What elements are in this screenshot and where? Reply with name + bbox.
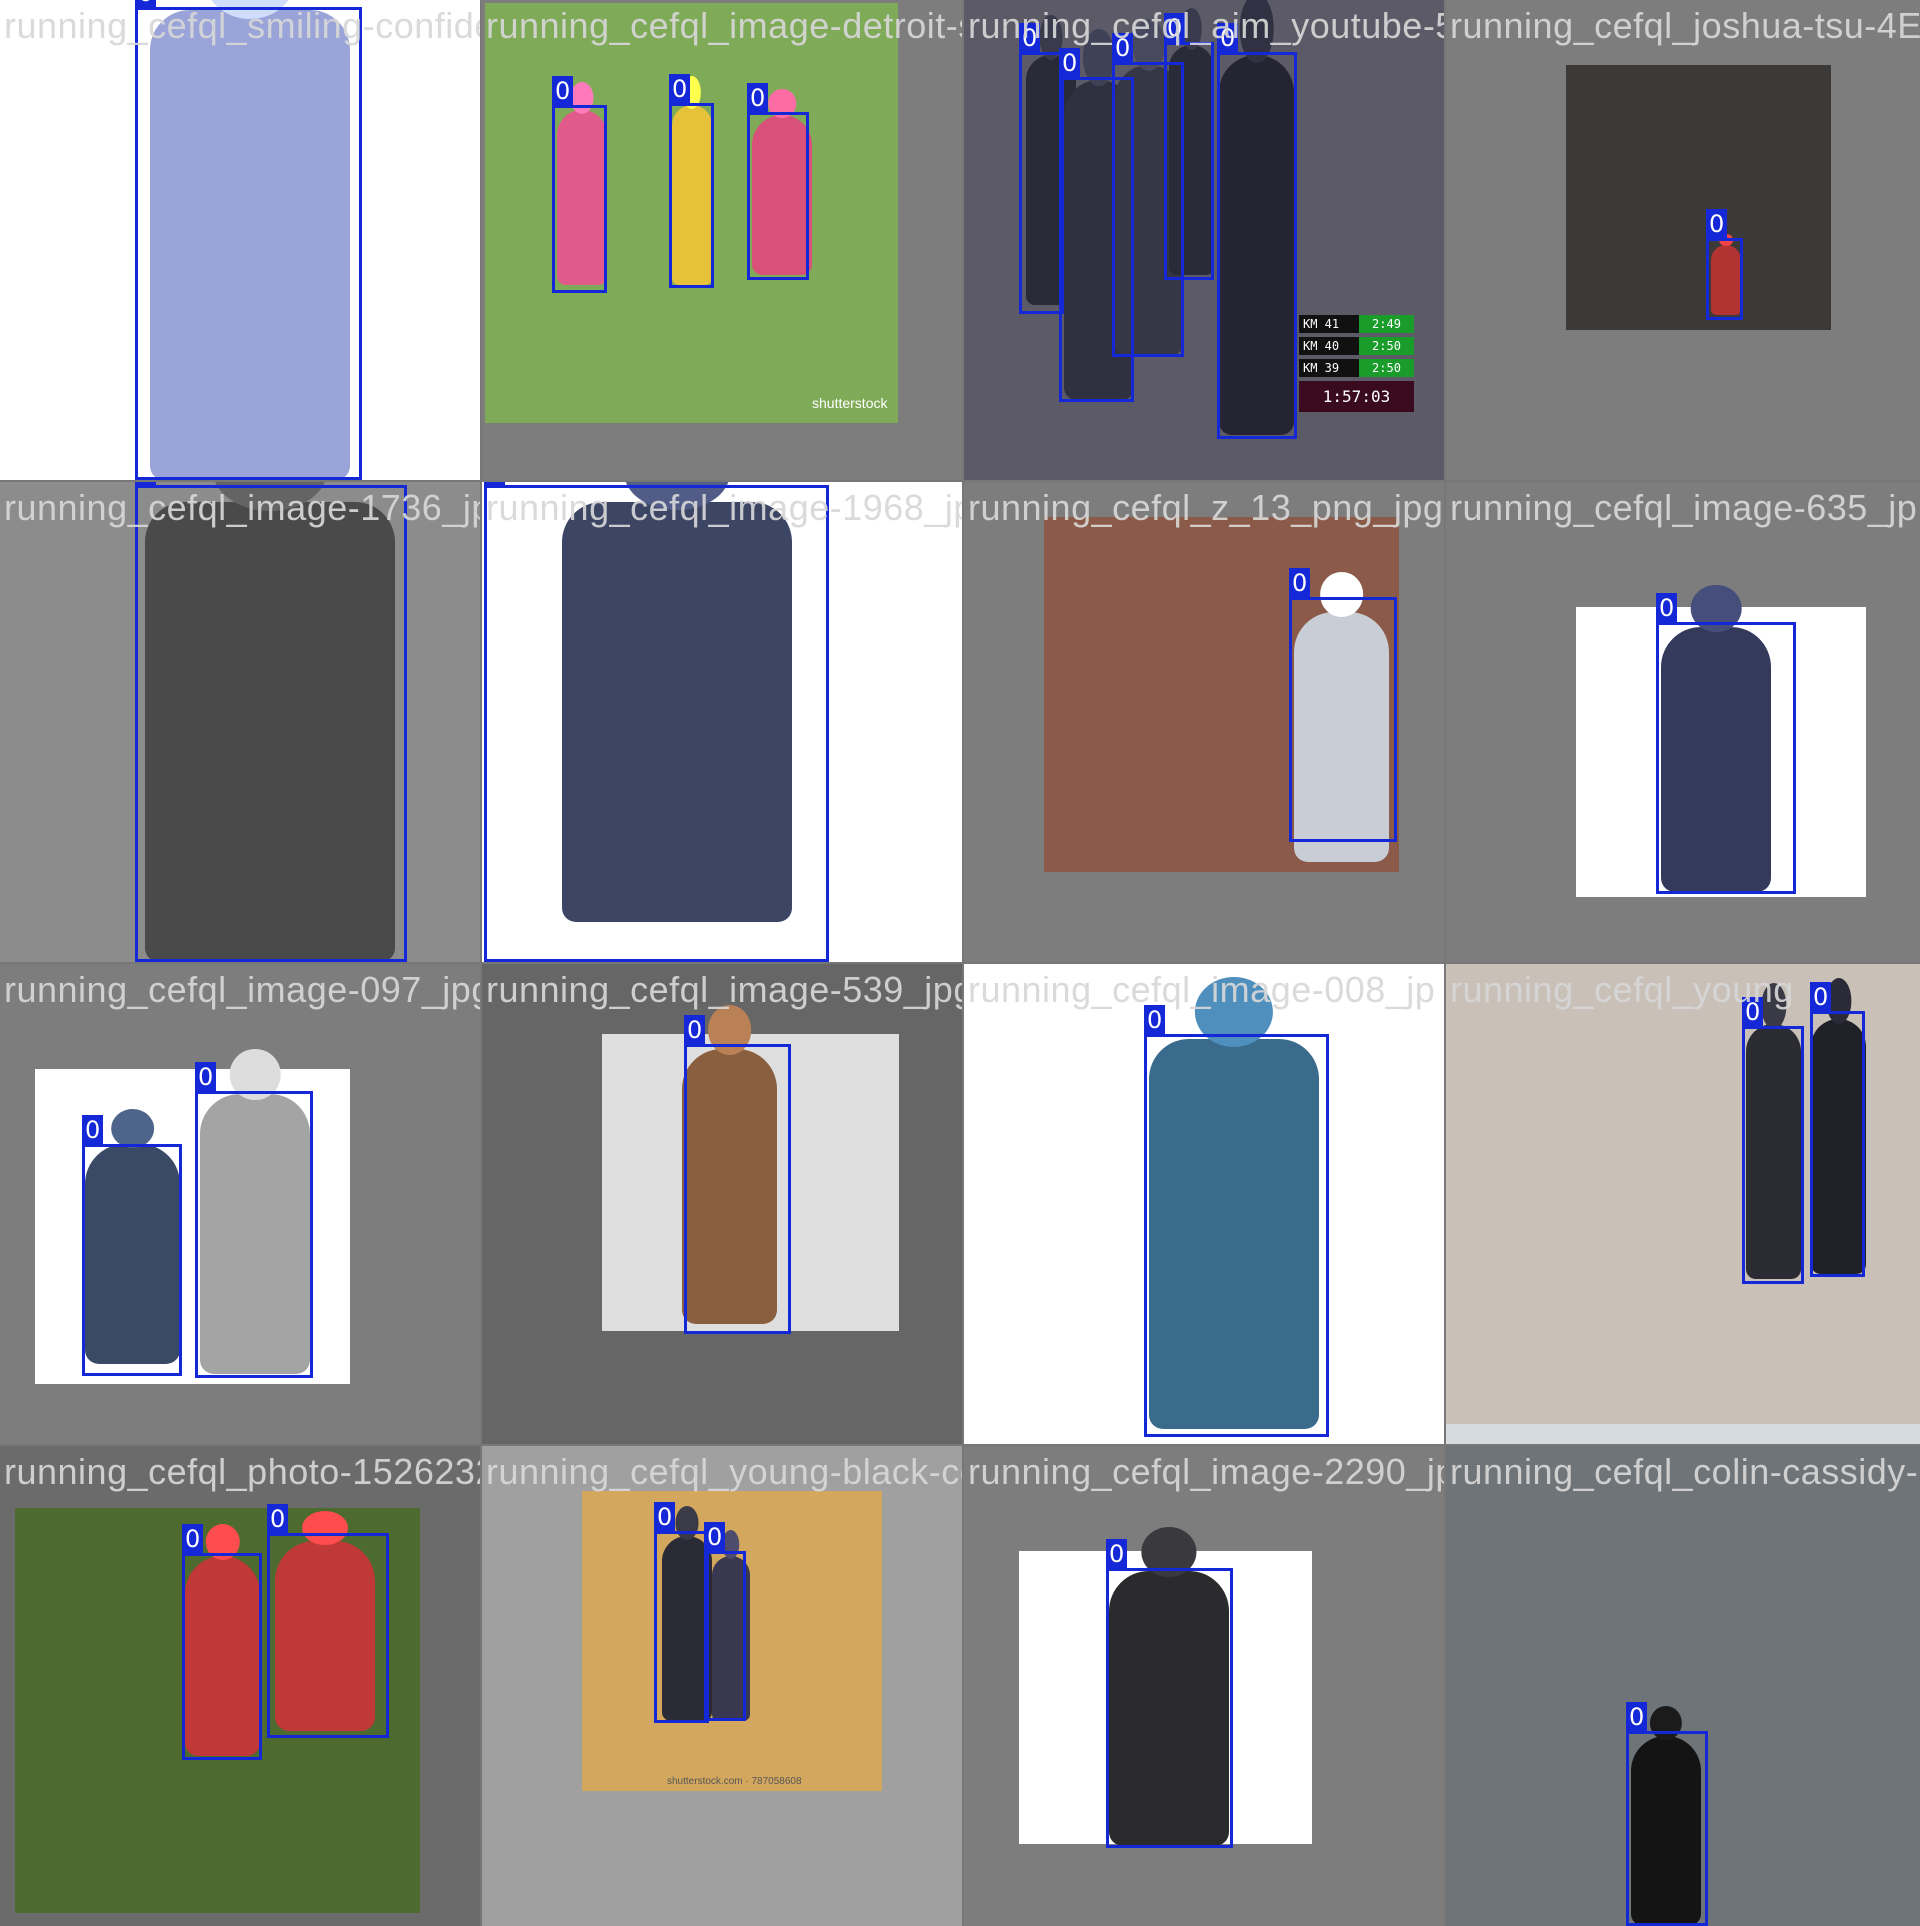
mosaic-tile[interactable]: 0 running_cefql_z_13_png_jpg.rf.7fc58aefc… (964, 482, 1444, 962)
bounding-box[interactable]: 0 (1106, 1539, 1233, 1848)
tile-filename: running_cefql_image-635_jp (1450, 487, 1918, 528)
tile-filename: running_cefql_young-black-couple-jogging (486, 1451, 962, 1492)
tile-filename: running_cefql_image-detroit-stock-photo-… (486, 5, 962, 46)
bounding-box[interactable]: 0 (135, 482, 407, 962)
class-label: 0 (552, 76, 574, 106)
class-label: 0 (1810, 982, 1832, 1012)
bounding-box[interactable]: 0 (1164, 13, 1214, 280)
class-label: 0 (684, 1015, 706, 1045)
watermark: shutterstock (812, 395, 888, 411)
mosaic-tile[interactable]: 0 0 running_cefql_photo-1526232636376-53d0… (0, 1446, 480, 1926)
bounding-box[interactable]: 0 (182, 1524, 262, 1760)
bounding-box[interactable]: 0 (704, 1522, 746, 1721)
tile-filename: running_cefql_smiling-confident (4, 5, 480, 46)
bounding-box[interactable]: 0 (552, 76, 607, 293)
tile-filename: running_cefql_image-539_jpg.rf.02aa6f6d (486, 969, 962, 1010)
bounding-box[interactable]: 0 (669, 74, 714, 288)
class-label: 0 (1106, 1539, 1128, 1569)
mosaic-tile[interactable]: 0running_cefql_smiling-confident (0, 0, 480, 480)
split-row: KM 41 2:49 (1299, 315, 1414, 333)
tile-filename: running_cefql_z_13_png_jpg.rf.7fc58aefcb… (968, 487, 1444, 528)
split-row: KM 39 2:50 (1299, 359, 1414, 377)
class-label: 0 (82, 1115, 104, 1145)
split-time: 2:50 (1359, 359, 1414, 377)
mosaic-tile[interactable]: 0running_cefql_image-1968_jpg.rf.040c1bd… (482, 482, 962, 962)
tile-filename: running_cefql_image-097_jpg.rf.94dae369c (4, 969, 480, 1010)
mosaic-tile[interactable]: 0running_cefql_image-1736_jpg.rf.bcfe12 (0, 482, 480, 962)
bounding-box[interactable]: 0 (1019, 23, 1064, 314)
mosaic-tile[interactable]: 0 0 running_cefql_image-097_jpg.rf.94dae36… (0, 964, 480, 1444)
tile-filename: running_cefql_image-1968_jpg.rf.040c1bd0 (486, 487, 962, 528)
class-label: 0 (267, 1504, 289, 1534)
split-time: 2:50 (1359, 337, 1414, 355)
class-label: 0 (1706, 209, 1728, 239)
tile-filename: running_cefql_young (1450, 969, 1794, 1010)
class-label: 0 (654, 1502, 676, 1532)
class-label: 0 (195, 1062, 217, 1092)
bounding-box[interactable]: 0 (484, 482, 829, 962)
split-ticker: KM 41 2:49 KM 40 2:50 KM 39 2:50 1:57:03 (1299, 315, 1414, 412)
bounding-box[interactable]: 0 (135, 0, 362, 480)
class-label: 0 (1289, 568, 1311, 598)
mosaic-tile[interactable]: shutterstock.com · 787058608 0 0 running_ce… (482, 1446, 962, 1926)
split-row: KM 40 2:50 (1299, 337, 1414, 355)
photo-caption: shutterstock.com · 787058608 (667, 1776, 802, 1787)
split-km: KM 39 (1299, 359, 1359, 377)
class-label: 0 (1626, 1702, 1648, 1732)
mosaic-tile[interactable]: 0 0 running_cefql_young (1446, 964, 1920, 1444)
bounding-box[interactable]: 0 (1810, 982, 1865, 1277)
bounding-box[interactable]: 0 (1656, 593, 1796, 894)
mosaic-tile[interactable]: shutterstock 0 0 0 running_cefql_image-detro… (482, 0, 962, 480)
mosaic-tile[interactable]: 0 running_cefql_joshua-tsu-4E (1446, 0, 1920, 480)
class-label: 0 (182, 1524, 204, 1554)
mosaic-tile[interactable]: 0 running_cefql_image-539_jpg.rf.02aa6f6d (482, 964, 962, 1444)
class-label: 0 (747, 83, 769, 113)
bounding-box[interactable]: 0 (1144, 1005, 1329, 1437)
class-label: 0 (135, 482, 157, 486)
bounding-box[interactable]: 0 (82, 1115, 182, 1376)
tile-filename: running_cefql_aim_youtube-5_jpg.rf.59cd (968, 5, 1444, 46)
tile-filename: running_cefql_image-1736_jpg.rf.bcfe12 (4, 487, 480, 528)
tile-filename: running_cefql_colin-cassidy- (1450, 1451, 1919, 1492)
bounding-box[interactable]: 0 (747, 83, 809, 280)
split-time: 2:49 (1359, 315, 1414, 333)
mosaic-tile[interactable]: 0 running_cefql_image-635_jp (1446, 482, 1920, 962)
bounding-box[interactable]: 0 (1289, 568, 1397, 842)
bounding-box[interactable]: 0 (267, 1504, 389, 1738)
class-label: 0 (704, 1522, 726, 1552)
tile-filename: running_cefql_image-2290_jpg.rf.2c4df0d9 (968, 1451, 1444, 1492)
race-clock: 1:57:03 (1299, 381, 1414, 412)
split-km: KM 41 (1299, 315, 1359, 333)
tile-filename: running_cefql_image-008_jp (968, 969, 1436, 1010)
bounding-box[interactable]: 0 (654, 1502, 709, 1723)
mosaic-grid: 0running_cefql_smiling-confidentshutters… (0, 0, 1920, 1926)
bounding-box[interactable]: 0 (1706, 209, 1743, 320)
split-km: KM 40 (1299, 337, 1359, 355)
bounding-box[interactable]: 0 (1626, 1702, 1708, 1926)
class-label: 0 (1059, 48, 1081, 78)
class-label: 0 (484, 482, 506, 486)
bounding-box[interactable]: 0 (195, 1062, 313, 1378)
class-label: 0 (669, 74, 691, 104)
mosaic-tile[interactable]: 0 running_cefql_colin-cassidy- (1446, 1446, 1920, 1926)
photo-area (1566, 65, 1831, 330)
mosaic-tile[interactable]: 0 running_cefql_image-008_jp (964, 964, 1444, 1444)
class-label: 0 (1656, 593, 1678, 623)
mosaic-tile[interactable]: KM 41 2:49 KM 40 2:50 KM 39 2:50 1:57:03 0 0 0 0 0 r… (964, 0, 1444, 480)
bounding-box[interactable]: 0 (684, 1015, 791, 1334)
tile-filename: running_cefql_photo-1526232636376-53d03f (4, 1451, 480, 1492)
bounding-box[interactable]: 0 (1217, 23, 1297, 439)
mosaic-tile[interactable]: 0 running_cefql_image-2290_jpg.rf.2c4df0d… (964, 1446, 1444, 1926)
bounding-box[interactable]: 0 (1742, 997, 1804, 1284)
tile-filename: running_cefql_joshua-tsu-4E (1450, 5, 1920, 46)
